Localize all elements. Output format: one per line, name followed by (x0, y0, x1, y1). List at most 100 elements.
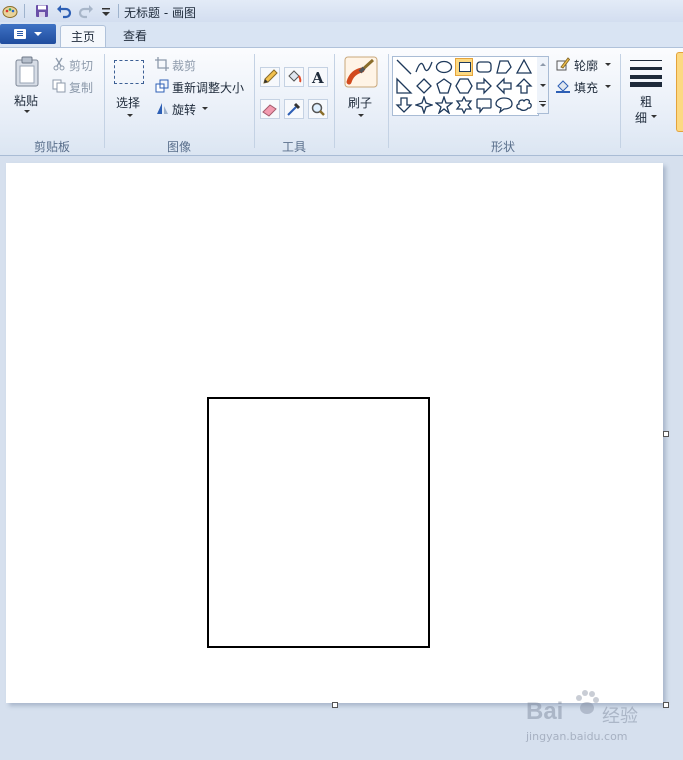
chevron-down-icon[interactable] (540, 104, 546, 107)
five-point-star-shape[interactable] (435, 96, 453, 114)
polygon-shape[interactable] (495, 58, 513, 76)
cut-button[interactable]: 剪切 (52, 56, 100, 74)
fill-tool[interactable] (284, 67, 304, 87)
copy-button[interactable]: 复制 (52, 78, 100, 96)
chevron-down-icon (358, 114, 364, 117)
crop-label: 裁剪 (172, 59, 197, 73)
diamond-shape[interactable] (415, 77, 433, 95)
ribbon-home: 粘贴 剪切 复制 剪贴板 选择 裁剪 重新调整大小 旋转 图像 A 工具 刷子 … (0, 47, 683, 156)
crop-button[interactable]: 裁剪 (155, 56, 215, 74)
customize-qat-icon[interactable] (98, 3, 114, 19)
copy-label: 复制 (69, 81, 94, 95)
triangle-shape[interactable] (515, 58, 533, 76)
pencil-icon (263, 69, 278, 84)
text-icon: A (311, 69, 324, 87)
down-arrow-shape[interactable] (395, 96, 413, 114)
paint-bucket-icon (288, 70, 302, 83)
chevron-up-icon[interactable] (540, 63, 546, 66)
drawn-rectangle[interactable] (207, 397, 430, 648)
chevron-down-icon (24, 110, 30, 113)
qat-separator (118, 4, 119, 18)
watermark-url: jingyan.baidu.com (526, 730, 628, 743)
left-arrow-shape[interactable] (495, 77, 513, 95)
resize-label: 重新调整大小 (172, 81, 245, 95)
eraser-icon (262, 104, 277, 117)
shapes-gallery-scrollbar[interactable] (537, 56, 549, 114)
right-arrow-shape[interactable] (475, 77, 493, 95)
fill-label: 填充 (574, 81, 599, 95)
size-label-line2: 细 (635, 111, 648, 125)
outline-pencil-icon (556, 57, 570, 71)
oval-shape[interactable] (435, 58, 453, 76)
scissors-icon (53, 57, 65, 71)
group-separator (620, 54, 621, 148)
document-icon (14, 29, 26, 39)
four-point-star-shape[interactable] (415, 96, 433, 114)
copy-icon (52, 79, 66, 93)
line-width-icon (630, 58, 662, 87)
watermark-brand: Bai (526, 698, 564, 725)
paste-button[interactable]: 粘贴 (8, 54, 46, 120)
size-button[interactable]: 粗 细 (626, 54, 668, 134)
six-point-star-shape[interactable] (455, 96, 473, 114)
chevron-down-icon (605, 85, 611, 88)
color-1-button[interactable] (676, 52, 683, 132)
rectangle-shape[interactable] (455, 58, 473, 76)
expand-gallery-icon[interactable] (539, 101, 546, 102)
group-separator (254, 54, 255, 148)
drawing-canvas[interactable] (6, 163, 663, 703)
hexagon-shape[interactable] (455, 77, 473, 95)
shapes-gallery (392, 56, 539, 116)
save-icon[interactable] (34, 3, 50, 19)
cut-label: 剪切 (69, 59, 94, 73)
magnifier-icon (311, 102, 325, 116)
chevron-down-icon (202, 107, 208, 110)
resize-button[interactable]: 重新调整大小 (155, 78, 249, 96)
canvas-resize-handle-right[interactable] (663, 431, 669, 437)
selection-rectangle-icon (114, 60, 144, 84)
redo-icon[interactable] (78, 3, 94, 19)
up-arrow-shape[interactable] (515, 77, 533, 95)
select-label: 选择 (116, 96, 141, 110)
eraser-tool[interactable] (260, 99, 280, 119)
pencil-tool[interactable] (260, 67, 280, 87)
rotate-button[interactable]: 旋转 (155, 100, 215, 118)
crop-icon (155, 57, 169, 71)
outline-button[interactable]: 轮廓 (556, 56, 614, 74)
oval-callout-shape[interactable] (495, 96, 513, 114)
outline-label: 轮廓 (574, 59, 599, 73)
magnifier-tool[interactable] (308, 99, 328, 119)
canvas-resize-handle-bottom[interactable] (332, 702, 338, 708)
fill-button[interactable]: 填充 (556, 78, 614, 96)
resize-icon (155, 79, 169, 93)
curve-shape[interactable] (415, 58, 433, 76)
tab-view[interactable]: 查看 (114, 25, 156, 47)
size-label-line1: 粗 (640, 95, 653, 109)
chevron-down-icon[interactable] (540, 84, 546, 87)
paint-app-icon[interactable] (2, 3, 18, 19)
color-picker-tool[interactable] (284, 99, 304, 119)
rounded-callout-shape[interactable] (475, 96, 493, 114)
qat-separator (24, 4, 25, 18)
group-separator (104, 54, 105, 148)
line-shape[interactable] (395, 58, 413, 76)
tools-group-label: 工具 (281, 140, 306, 154)
title-bar: 无标题 - 画图 (0, 0, 683, 23)
chevron-down-icon (127, 114, 133, 117)
select-button[interactable]: 选择 (110, 56, 150, 122)
paste-icon (15, 56, 39, 87)
rounded-rectangle-shape[interactable] (475, 58, 493, 76)
brush-icon (344, 56, 378, 88)
brushes-button[interactable]: 刷子 (340, 54, 382, 124)
paint-menu-button[interactable] (0, 24, 56, 44)
undo-icon[interactable] (56, 3, 72, 19)
paste-label: 粘贴 (14, 94, 39, 108)
clipboard-group-label: 剪贴板 (33, 140, 70, 154)
right-triangle-shape[interactable] (395, 77, 413, 95)
svg-text:A: A (311, 69, 324, 86)
pentagon-shape[interactable] (435, 77, 453, 95)
tab-home[interactable]: 主页 (60, 25, 106, 48)
shapes-group-label: 形状 (490, 140, 515, 154)
text-tool[interactable]: A (308, 67, 328, 87)
cloud-callout-shape[interactable] (515, 96, 533, 114)
